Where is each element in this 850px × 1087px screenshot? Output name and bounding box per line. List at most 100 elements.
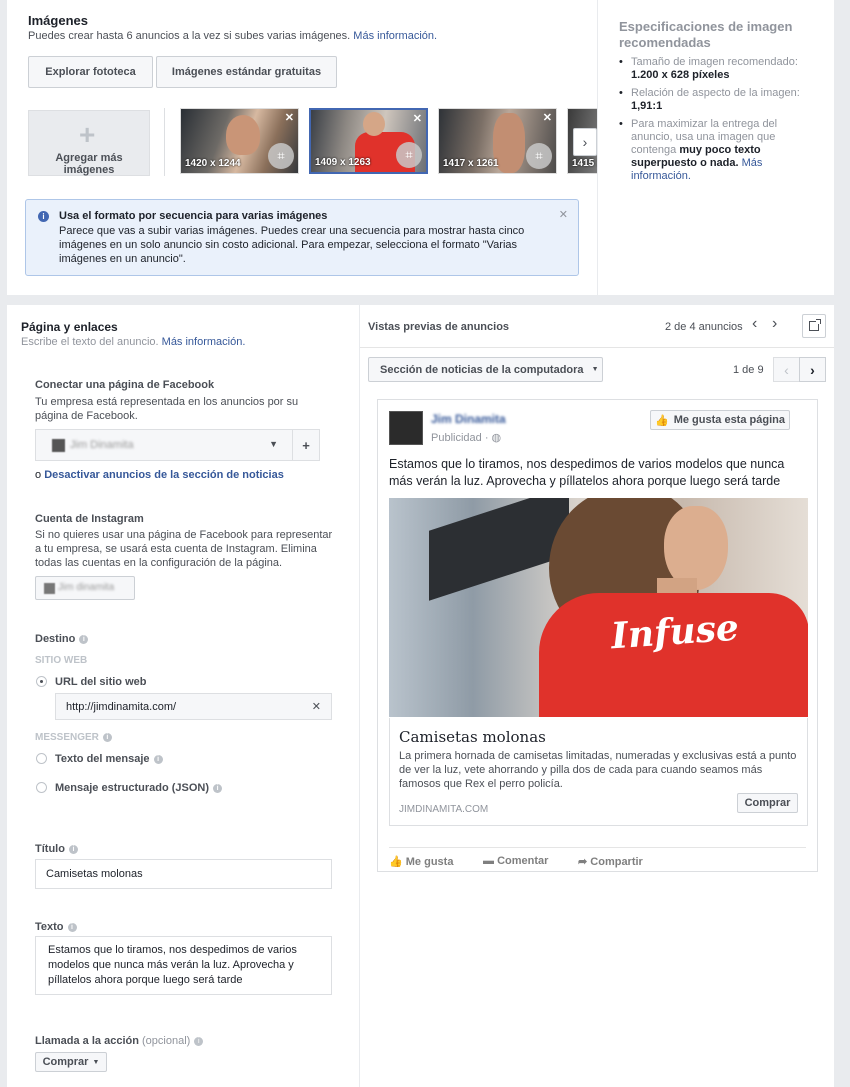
add-more-label: Agregar más imágenes <box>55 152 123 176</box>
placement-select[interactable]: Sección de noticias de la computadora ▼ <box>368 357 603 382</box>
instagram-avatar <box>44 583 55 594</box>
page-links-panel: Página y enlaces Escribe el texto del an… <box>7 305 359 1087</box>
image-thumbnail[interactable]: ✕ 1417 x 1261 ⌗ <box>438 108 557 174</box>
next-page-button[interactable]: › <box>799 357 826 382</box>
ad-preview-card: Jim Dinamita Publicidad · ◍ 👍 Me gusta es… <box>377 399 818 872</box>
page-avatar <box>389 411 423 445</box>
thumbs-up-icon: 👍 <box>389 856 403 868</box>
page-links-title: Página y enlaces <box>21 320 118 334</box>
remove-image-icon[interactable]: ✕ <box>543 111 552 124</box>
fb-page-label: Conectar una página de Facebook <box>35 379 215 391</box>
page-avatar <box>52 439 65 452</box>
globe-icon: ◍ <box>491 432 502 444</box>
image-dimensions: 1415 x <box>572 158 597 169</box>
ad-body-text: Estamos que lo tiramos, nos despedimos d… <box>389 457 785 488</box>
instagram-account-select[interactable]: Jim dinamita <box>35 576 135 600</box>
ad-image[interactable]: Infuse <box>389 498 808 717</box>
info-icon: i <box>102 732 112 742</box>
cta-select[interactable]: Comprar ▼ <box>35 1052 107 1072</box>
headline-label: Título i <box>35 843 78 855</box>
notice-body: Parece que vas a subir varias imágenes. … <box>59 225 525 265</box>
instagram-value: Jim dinamita <box>58 582 115 593</box>
crop-icon[interactable]: ⌗ <box>268 143 294 169</box>
add-more-images-button[interactable]: + Agregar más imágenes <box>28 110 150 176</box>
page-links-more-info[interactable]: Más información. <box>162 336 246 348</box>
website-url-input[interactable]: http://jimdinamita.com/ ✕ <box>55 693 332 720</box>
clear-icon[interactable]: ✕ <box>312 700 321 713</box>
carousel-notice: i Usa el formato por secuencia para vari… <box>25 199 579 276</box>
comment-icon: ▬ <box>483 855 494 867</box>
remove-image-icon[interactable]: ✕ <box>285 111 294 124</box>
page-counter: 1 de 9 <box>733 364 764 376</box>
image-dimensions: 1420 x 1244 <box>185 158 241 169</box>
chevron-down-icon: ▼ <box>92 1058 100 1066</box>
close-icon[interactable]: ✕ <box>559 208 568 221</box>
info-icon: i <box>194 1036 204 1046</box>
cta-label-row: Llamada a la acción (opcional) i <box>35 1035 204 1047</box>
next-ad-icon[interactable]: › <box>772 315 777 333</box>
open-external-button[interactable] <box>802 314 826 338</box>
destination-label: Destino i <box>35 633 89 645</box>
spec-ratio-value: 1,91:1 <box>631 100 663 112</box>
share-action[interactable]: ➦ Compartir <box>578 855 643 868</box>
instagram-description: Si no quieres usar una página de Faceboo… <box>35 529 333 569</box>
specs-title: Especificaciones de imagen recomendadas <box>619 19 793 50</box>
thumbs-up-icon: 👍 <box>655 414 669 427</box>
prev-page-button[interactable]: ‹ <box>773 357 800 382</box>
url-option-label[interactable]: URL del sitio web <box>55 676 146 688</box>
images-title: Imágenes <box>28 13 88 28</box>
images-more-info-link[interactable]: Más información. <box>353 30 437 42</box>
share-icon: ➦ <box>578 856 588 868</box>
info-icon: i <box>67 922 77 932</box>
next-images-button[interactable]: › <box>573 128 597 156</box>
crop-icon[interactable]: ⌗ <box>396 142 422 168</box>
info-icon: i <box>68 844 78 854</box>
ad-counter: 2 de 4 anuncios <box>665 321 743 333</box>
structured-message-radio[interactable] <box>36 782 47 793</box>
preview-title: Vistas previas de anuncios <box>368 321 510 333</box>
website-heading: SITIO WEB <box>35 655 88 666</box>
like-page-button[interactable]: 👍 Me gusta esta página <box>650 410 790 430</box>
spec-size-value: 1.200 x 628 píxeles <box>631 69 730 81</box>
comment-action[interactable]: ▬ Comentar <box>483 855 548 867</box>
image-dimensions: 1409 x 1263 <box>315 157 371 168</box>
message-text-radio[interactable] <box>36 753 47 764</box>
structured-message-option[interactable]: Mensaje estructurado (JSON) i <box>55 782 223 794</box>
person-photo <box>226 115 260 155</box>
messenger-heading: MESSENGER i <box>35 732 112 743</box>
deactivate-newsfeed-link[interactable]: Desactivar anuncios de la sección de not… <box>44 469 284 481</box>
headline-input[interactable]: Camisetas molonas <box>35 859 332 889</box>
spec-ratio-label: Relación de aspecto de la imagen: <box>631 87 800 99</box>
fb-page-select[interactable]: Jim Dinamita ▼ <box>35 429 293 461</box>
body-text-input[interactable]: Estamos que lo tiramos, nos despedimos d… <box>35 936 332 995</box>
url-radio[interactable] <box>36 676 47 687</box>
info-icon: i <box>79 634 89 644</box>
image-thumbnail-selected[interactable]: ✕ 1409 x 1263 ⌗ <box>309 108 428 174</box>
sponsored-label: Publicidad · ◍ <box>431 432 502 444</box>
fb-page-description: Tu empresa está representada en los anun… <box>35 396 299 422</box>
storefront-sign <box>429 498 569 601</box>
cta-optional: (opcional) <box>142 1035 191 1047</box>
face-photo <box>363 112 385 136</box>
free-stock-images-button[interactable]: Imágenes estándar gratuitas <box>156 56 337 88</box>
info-icon: i <box>153 754 163 764</box>
crop-icon[interactable]: ⌗ <box>526 143 552 169</box>
remove-image-icon[interactable]: ✕ <box>413 112 422 125</box>
images-panel: Imágenes Puedes crear hasta 6 anuncios a… <box>7 0 597 295</box>
plus-icon: + <box>79 119 96 150</box>
add-page-button[interactable]: + <box>293 429 320 461</box>
page-name[interactable]: Jim Dinamita <box>431 412 506 426</box>
specs-panel: Especificaciones de imagen recomendadas … <box>598 0 834 295</box>
shirt-logo: Infuse <box>609 606 741 658</box>
page-links-subtitle: Escribe el texto del anuncio. Más inform… <box>21 336 246 348</box>
message-text-option[interactable]: Texto del mensaje i <box>55 753 163 765</box>
spec-size-label: Tamaño de imagen recomendado: <box>631 56 798 68</box>
prev-ad-icon[interactable]: ‹ <box>752 315 757 333</box>
fb-page-value: Jim Dinamita <box>70 439 134 451</box>
image-thumbnail[interactable]: ✕ 1420 x 1244 ⌗ <box>180 108 299 174</box>
info-icon: i <box>38 211 49 222</box>
browse-library-button[interactable]: Explorar fototeca <box>28 56 153 88</box>
link-box-border <box>389 718 808 826</box>
like-action[interactable]: 👍 Me gusta <box>389 855 453 868</box>
divider <box>360 347 834 348</box>
